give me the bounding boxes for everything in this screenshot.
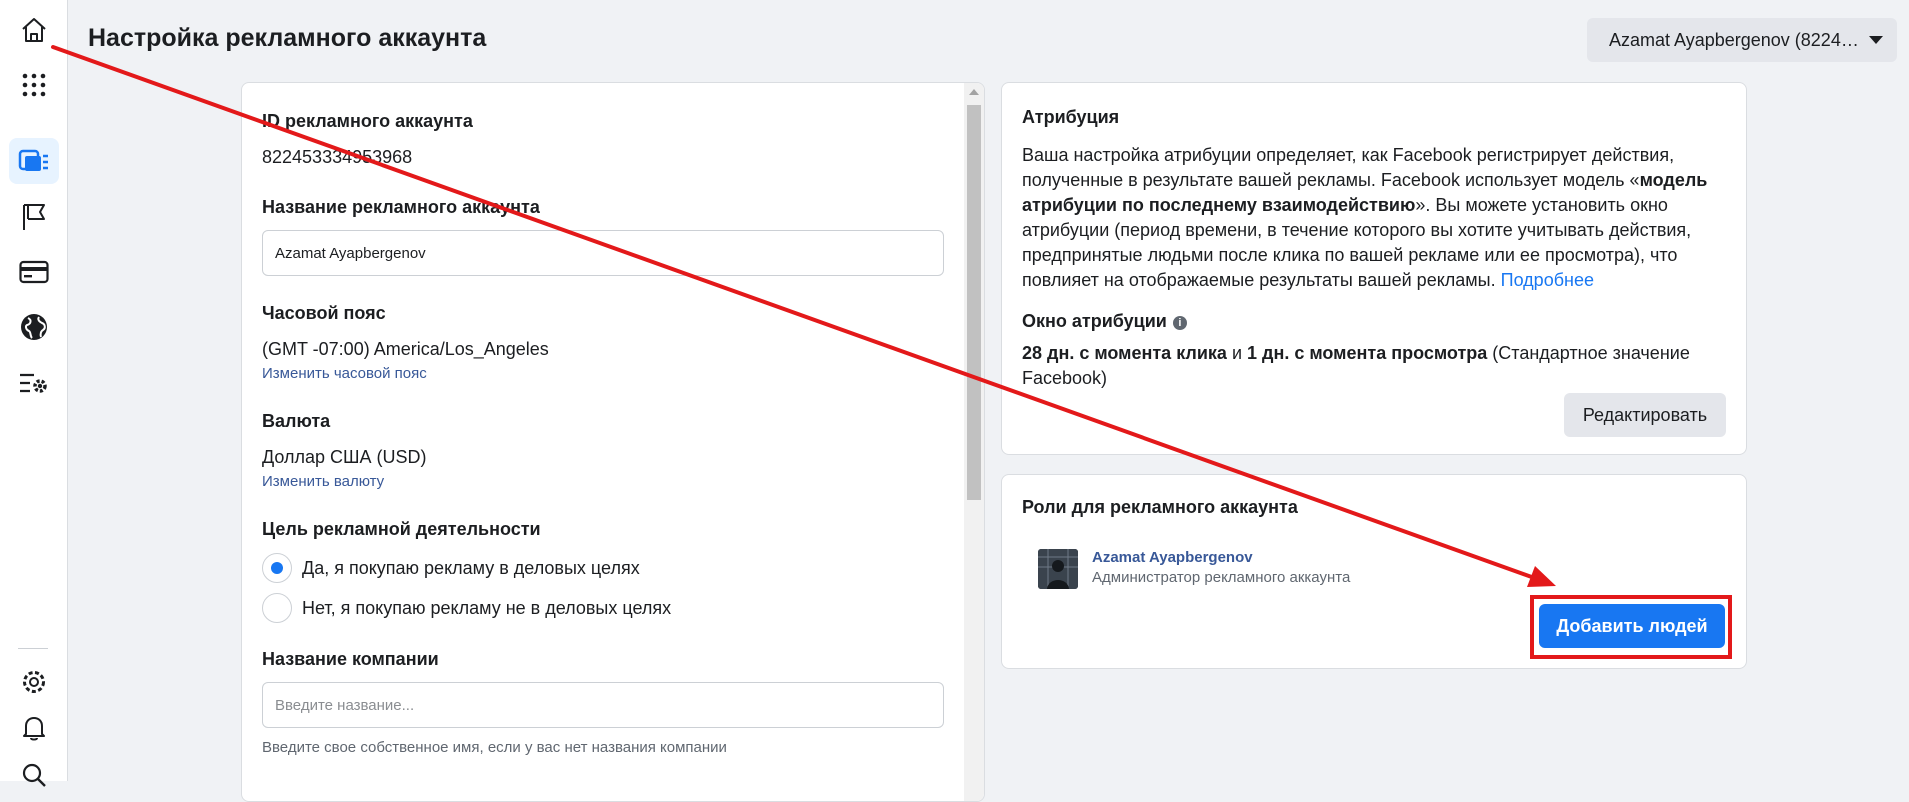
home-icon[interactable]: [9, 7, 59, 53]
timezone-label: Часовой пояс: [262, 303, 386, 323]
attribution-window-title: Окно атрибуции: [1022, 311, 1167, 331]
view-window: 1 дн. с момента просмотра: [1247, 343, 1488, 363]
scrollbar-thumb[interactable]: [967, 105, 981, 500]
ad-purpose-label: Цель рекламной деятельности: [262, 519, 541, 539]
change-currency-link[interactable]: Изменить валюту: [262, 473, 384, 490]
attribution-desc-part-1: Ваша настройка атрибуции определяет, как…: [1022, 145, 1675, 190]
left-sidebar: [0, 0, 68, 787]
attribution-window-heading: Окно атрибуции i: [1022, 311, 1187, 332]
learn-more-link[interactable]: Подробнее: [1501, 270, 1594, 290]
globe-icon[interactable]: [9, 304, 59, 350]
search-icon[interactable]: [9, 752, 59, 798]
account-info-card: ID рекламного аккаунта 822453334953968 Н…: [241, 82, 985, 802]
role-user-name[interactable]: Azamat Ayapbergenov: [1092, 549, 1253, 566]
sidebar-divider: [18, 648, 48, 649]
business-purpose-radio[interactable]: [262, 553, 292, 583]
info-icon[interactable]: i: [1172, 316, 1187, 330]
account-switcher-label: Azamat Ayapbergenov (82245...: [1609, 29, 1859, 50]
roles-title: Роли для рекламного аккаунта: [1022, 497, 1298, 517]
scroll-up-arrow-icon[interactable]: [969, 89, 979, 95]
gear-icon[interactable]: [9, 659, 59, 705]
change-timezone-link[interactable]: Изменить часовой пояс: [262, 365, 427, 382]
account-id-value: 822453334953968: [262, 147, 413, 167]
currency-value: Доллар США (USD): [262, 447, 427, 467]
edit-attribution-button[interactable]: Редактировать: [1564, 393, 1726, 437]
attribution-title: Атрибуция: [1022, 107, 1120, 127]
avatar[interactable]: [1038, 549, 1078, 589]
company-name-label: Название компании: [262, 649, 439, 669]
apps-grid-icon[interactable]: [9, 62, 59, 108]
chevron-down-icon: [1869, 36, 1883, 44]
account-name-input[interactable]: [262, 230, 944, 276]
attribution-card: Атрибуция Ваша настройка атрибуции опред…: [1001, 82, 1747, 455]
currency-label: Валюта: [262, 411, 331, 431]
non-business-purpose-radio[interactable]: [262, 593, 292, 623]
account-switcher[interactable]: Azamat Ayapbergenov (82245...: [1587, 18, 1897, 62]
timezone-value: (GMT -07:00) America/Los_Angeles: [262, 339, 549, 359]
click-window: 28 дн. с момента клика: [1022, 343, 1227, 363]
settings-list-icon[interactable]: [9, 361, 59, 407]
role-user-role: Администратор рекламного аккаунта: [1092, 569, 1351, 586]
annotation-highlight-box: [1530, 595, 1732, 659]
window-and: и: [1226, 343, 1248, 363]
account-id-label: ID рекламного аккаунта: [262, 111, 473, 131]
account-name-label: Название рекламного аккаунта: [262, 197, 540, 217]
flag-icon[interactable]: [9, 194, 59, 240]
page-title: Настройка рекламного аккаунта: [88, 24, 487, 52]
attribution-description: Ваша настройка атрибуции определяет, как…: [1022, 143, 1722, 293]
attribution-window-value: 28 дн. с момента клика и 1 дн. с момента…: [1022, 341, 1722, 391]
billing-card-icon[interactable]: [9, 249, 59, 295]
non-business-purpose-label: Нет, я покупаю рекламу не в деловых целя…: [302, 598, 672, 618]
company-name-input[interactable]: [262, 682, 944, 728]
bell-icon[interactable]: [9, 705, 59, 751]
scrollbar[interactable]: [964, 83, 984, 801]
ads-manager-icon[interactable]: [9, 138, 59, 184]
company-name-helper: Введите свое собственное имя, если у вас…: [262, 739, 727, 756]
business-purpose-label: Да, я покупаю рекламу в деловых целях: [302, 558, 640, 578]
